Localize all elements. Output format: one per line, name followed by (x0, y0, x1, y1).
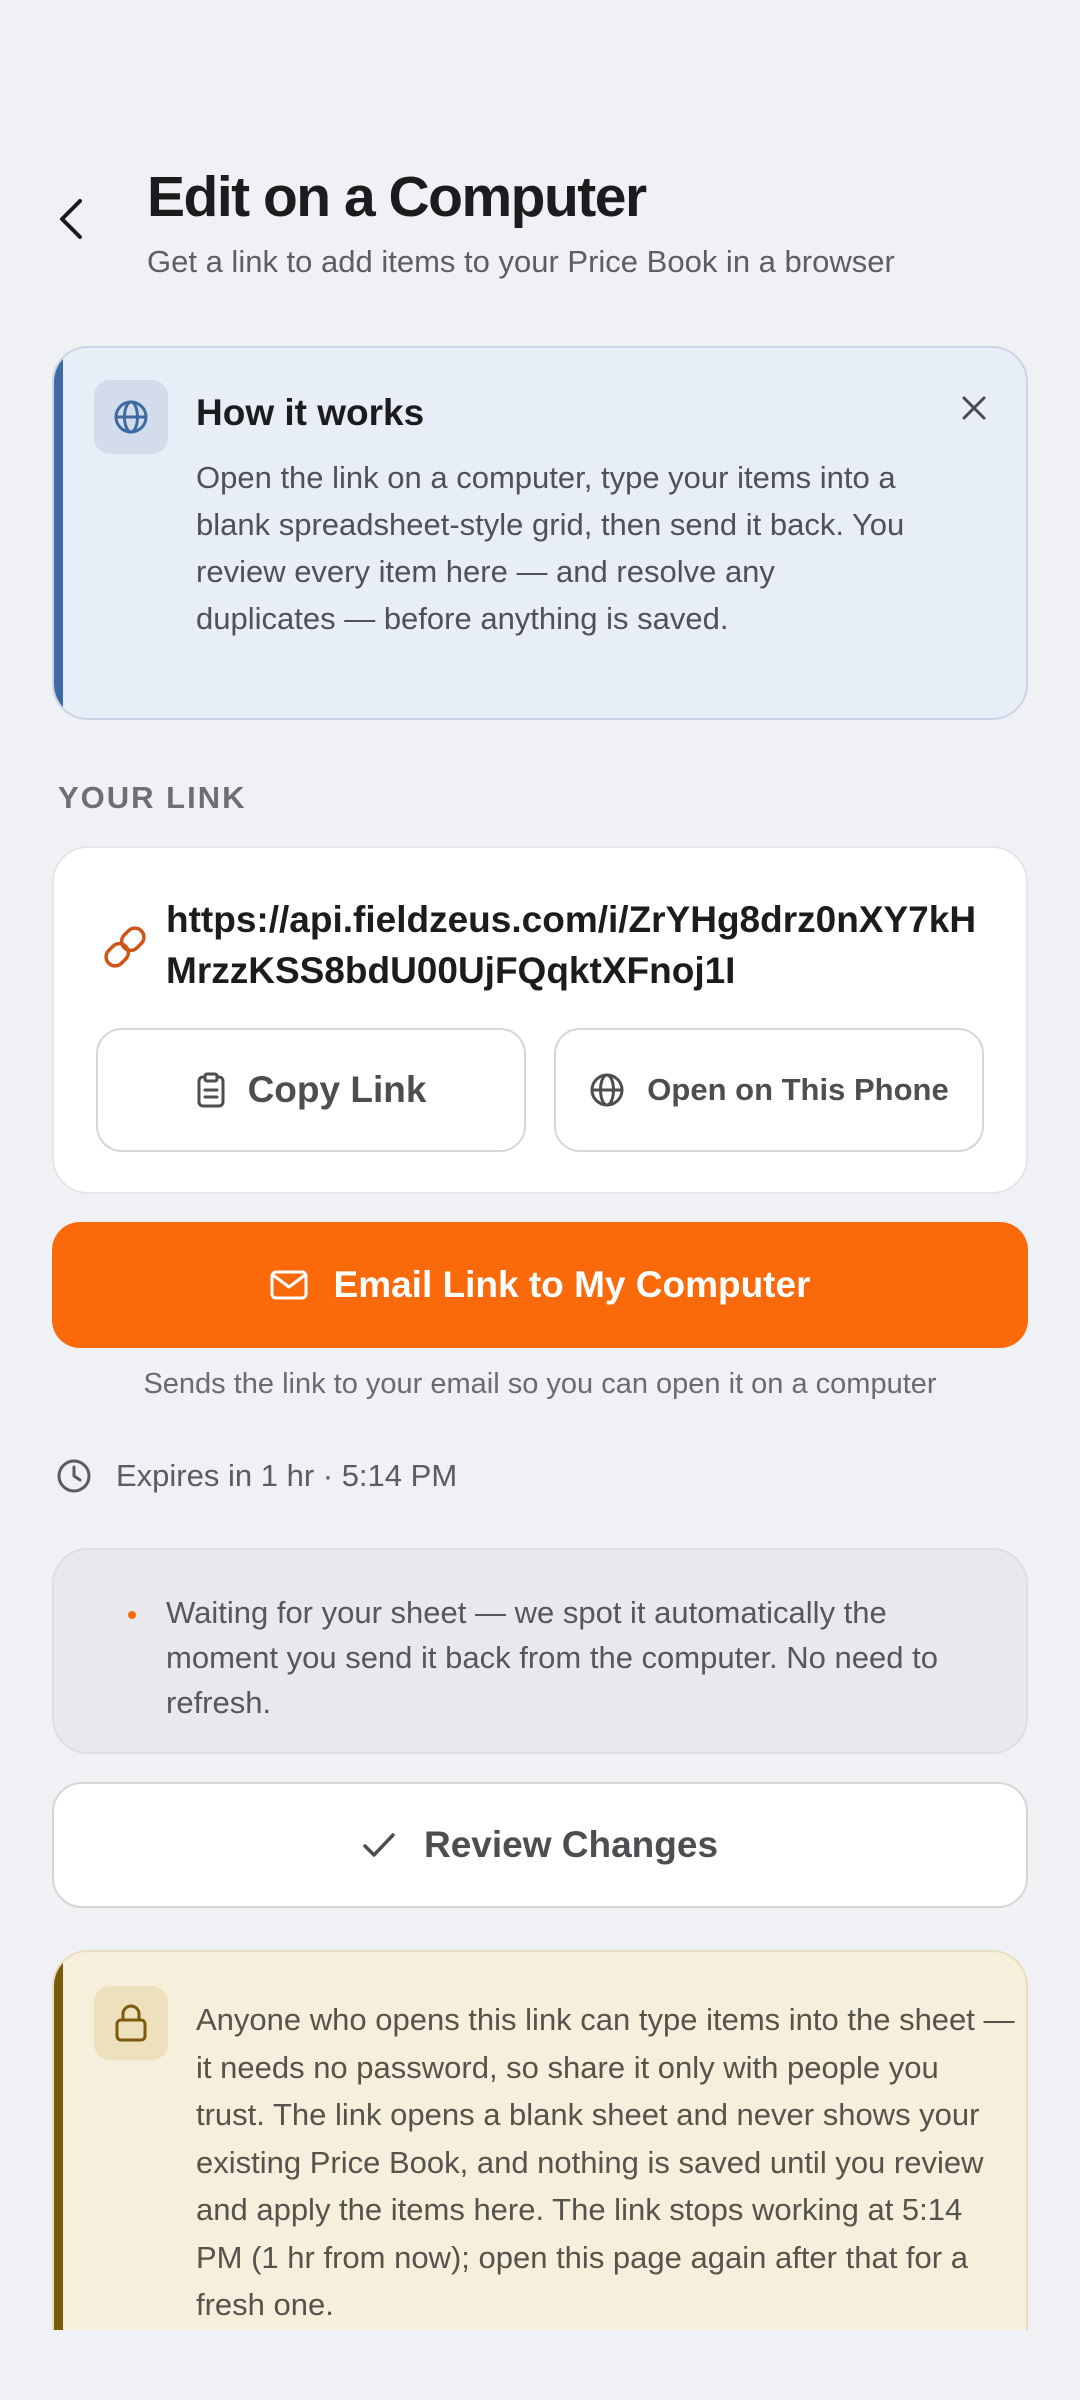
link-card: https://api.fieldzeus.com/i/ZrYHg8drz0nX… (52, 846, 1028, 1194)
open-on-phone-label: Open on This Phone (647, 1072, 949, 1107)
link-icon (104, 926, 146, 968)
globe-icon (590, 1073, 624, 1107)
info-body: Open the link on a computer, type your i… (196, 460, 905, 636)
close-icon (962, 396, 986, 420)
email-link-button[interactable]: Email Link to My Computer (52, 1222, 1028, 1348)
warning-text: Anyone who opens this link can type item… (196, 2002, 1015, 2322)
clock-icon (57, 1459, 91, 1493)
warning-icon-tile (94, 1986, 168, 2060)
waiting-text: Waiting for your sheet — we spot it auto… (166, 1595, 938, 1720)
clipboard-icon (197, 1072, 225, 1108)
waiting-indicator-dot (128, 1611, 136, 1619)
warning-accent-bar (54, 1952, 63, 2330)
your-link-label: YOUR LINK (58, 780, 247, 815)
email-link-label: Email Link to My Computer (333, 1264, 811, 1305)
open-on-phone-button[interactable]: Open on This Phone (554, 1028, 984, 1152)
waiting-status-card: Waiting for your sheet — we spot it auto… (52, 1548, 1028, 1754)
check-icon (363, 1833, 395, 1857)
chevron-left-icon (60, 199, 82, 239)
back-button[interactable] (48, 195, 96, 243)
globe-icon (114, 400, 148, 434)
copy-link-label: Copy Link (247, 1069, 427, 1110)
copy-link-button[interactable]: Copy Link (96, 1028, 526, 1152)
info-title: How it works (196, 392, 425, 433)
how-it-works-card: How it works Open the link on a computer… (52, 346, 1028, 720)
dismiss-info-button[interactable] (952, 386, 996, 430)
expiry-text: Expires in 1 hr · 5:14 PM (116, 1458, 458, 1493)
security-warning-card: Anyone who opens this link can type item… (52, 1950, 1028, 2330)
page-header: Edit on a Computer Get a link to add ite… (0, 150, 1080, 300)
lock-icon (115, 2004, 147, 2042)
email-hint: Sends the link to your email so you can … (143, 1368, 937, 1400)
review-changes-label: Review Changes (423, 1824, 719, 1865)
page-title: Edit on a Computer (147, 165, 647, 229)
review-changes-button[interactable]: Review Changes (52, 1782, 1028, 1908)
info-accent-bar (54, 348, 63, 718)
page-subtitle: Get a link to add items to your Price Bo… (147, 244, 895, 279)
info-icon-tile (94, 380, 168, 454)
expiry-row: Expires in 1 hr · 5:14 PM (56, 1454, 457, 1498)
link-url[interactable]: https://api.fieldzeus.com/i/ZrYHg8drz0nX… (166, 894, 996, 996)
mail-icon (270, 1270, 308, 1300)
